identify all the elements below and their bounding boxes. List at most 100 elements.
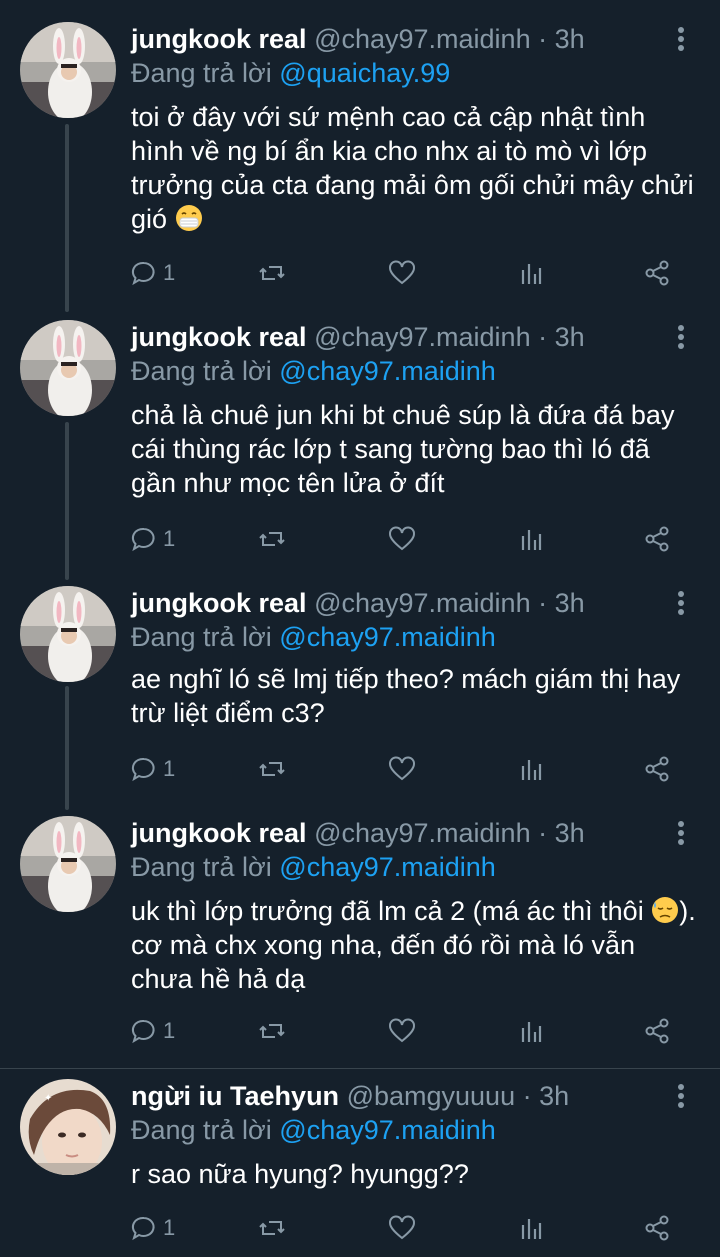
display-name[interactable]: ngừi iu Taehyun <box>131 1081 339 1111</box>
display-name[interactable]: jungkook real <box>131 818 307 848</box>
analytics-icon <box>521 760 542 780</box>
reply-button[interactable]: 1 <box>131 522 175 556</box>
heart-icon <box>389 756 415 781</box>
mention-link[interactable]: @chay97.maidinh <box>279 1115 496 1145</box>
analytics-button[interactable] <box>519 256 543 290</box>
replying-label: Đang trả lời <box>131 622 272 652</box>
handle-time[interactable]: @chay97.maidinh · 3h <box>314 322 585 352</box>
analytics-icon <box>521 530 542 550</box>
like-button[interactable] <box>388 522 416 556</box>
analytics-icon <box>521 1219 542 1239</box>
reply-button[interactable]: 1 <box>131 1014 175 1048</box>
more-options-icon[interactable] <box>674 22 688 56</box>
mention-link[interactable]: @quaichay.99 <box>279 58 450 88</box>
share-icon <box>645 756 669 782</box>
reply-count: 1 <box>163 756 176 781</box>
heart-icon <box>389 1215 415 1240</box>
share-button[interactable] <box>644 1211 672 1245</box>
bunny-avatar-image <box>20 22 116 118</box>
share-icon <box>645 260 669 286</box>
reply-icon <box>131 1216 155 1241</box>
tweet-header: jungkook real @chay97.maidinh · 3h <box>131 22 585 56</box>
retweet-icon <box>259 1024 285 1038</box>
reply-count: 1 <box>163 1018 176 1043</box>
retweet-icon <box>259 532 285 546</box>
analytics-button[interactable] <box>519 1014 543 1048</box>
heart-icon <box>389 260 415 285</box>
like-button[interactable] <box>388 1211 416 1245</box>
tweet[interactable]: jungkook real @chay97.maidinh · 3h Đang … <box>0 0 720 312</box>
replying-label: Đang trả lời <box>131 356 272 386</box>
tweet-text: ae nghĩ ló sẽ lmj tiếp theo? mách giám t… <box>131 664 688 728</box>
retweet-button[interactable] <box>259 256 285 290</box>
tweet-text: uk thì lớp trưởng đã lm cả 2 (má ác thì … <box>131 894 701 996</box>
share-button[interactable] <box>644 522 672 556</box>
analytics-button[interactable] <box>519 1211 543 1245</box>
replying-label: Đang trả lời <box>131 58 272 88</box>
tweet-text: toi ở đây với sứ mệnh cao cả cập nhật tì… <box>131 100 701 236</box>
reply-icon <box>131 757 155 782</box>
heart-icon <box>389 526 415 551</box>
heart-icon <box>389 1018 415 1043</box>
share-button[interactable] <box>644 752 672 786</box>
handle-time[interactable]: @chay97.maidinh · 3h <box>314 818 585 848</box>
display-name[interactable]: jungkook real <box>131 322 307 352</box>
share-button[interactable] <box>644 1014 672 1048</box>
handle-time[interactable]: @chay97.maidinh · 3h <box>314 588 585 618</box>
reply-icon <box>131 261 155 286</box>
retweet-button[interactable] <box>259 1211 285 1245</box>
avatar[interactable] <box>20 816 116 912</box>
tweet-actions: 1 <box>131 1014 691 1048</box>
mention-link[interactable]: @chay97.maidinh <box>279 356 496 386</box>
tweet-actions: 1 <box>131 522 691 556</box>
tweet-header: jungkook real @chay97.maidinh · 3h <box>131 586 585 620</box>
share-icon <box>645 1018 669 1044</box>
analytics-icon <box>521 264 542 284</box>
share-button[interactable] <box>644 256 672 290</box>
like-button[interactable] <box>388 256 416 290</box>
more-options-icon[interactable] <box>674 586 688 620</box>
retweet-button[interactable] <box>259 522 285 556</box>
display-name[interactable]: jungkook real <box>131 24 307 54</box>
more-options-icon[interactable] <box>674 320 688 354</box>
like-button[interactable] <box>388 1014 416 1048</box>
share-icon <box>645 526 669 552</box>
tweet[interactable]: jungkook real @chay97.maidinh · 3h Đang … <box>0 580 720 810</box>
retweet-button[interactable] <box>259 752 285 786</box>
reply-button[interactable]: 1 <box>131 256 175 290</box>
handle-time[interactable]: @bamgyuuuu · 3h <box>347 1081 570 1111</box>
more-options-icon[interactable] <box>674 816 688 850</box>
avatar[interactable] <box>20 320 116 416</box>
analytics-button[interactable] <box>519 752 543 786</box>
replying-to: Đang trả lời @chay97.maidinh <box>131 850 496 884</box>
reply-button[interactable]: 1 <box>131 752 175 786</box>
more-options-icon[interactable] <box>674 1079 688 1113</box>
tweet-header: jungkook real @chay97.maidinh · 3h <box>131 816 585 850</box>
tweet-text: chả là chuê jun khi bt chuê súp là đứa đ… <box>131 400 682 498</box>
avatar[interactable]: ✦ <box>20 1079 116 1175</box>
tweet[interactable]: jungkook real @chay97.maidinh · 3h Đang … <box>0 312 720 580</box>
reply-icon <box>131 1019 155 1044</box>
mask-face-emoji <box>175 205 202 231</box>
reply-count: 1 <box>163 260 176 285</box>
replying-label: Đang trả lời <box>131 852 272 882</box>
reply-button[interactable]: 1 <box>131 1211 175 1245</box>
like-button[interactable] <box>388 752 416 786</box>
retweet-button[interactable] <box>259 1014 285 1048</box>
bunny-avatar-image <box>20 320 116 416</box>
mention-link[interactable]: @chay97.maidinh <box>279 852 496 882</box>
display-name[interactable]: jungkook real <box>131 588 307 618</box>
reply-icon <box>131 527 155 552</box>
tweet[interactable]: ✦ ngừi iu Taehyun @bamgyuuuu · 3h Đang t… <box>0 1069 720 1257</box>
replying-label: Đang trả lời <box>131 1115 272 1145</box>
analytics-icon <box>521 1022 542 1042</box>
avatar[interactable] <box>20 22 116 118</box>
retweet-icon <box>259 266 285 280</box>
analytics-button[interactable] <box>519 522 543 556</box>
tweet-text: r sao nữa hyung? hyungg?? <box>131 1159 469 1189</box>
handle-time[interactable]: @chay97.maidinh · 3h <box>314 24 585 54</box>
avatar[interactable] <box>20 586 116 682</box>
replying-to: Đang trả lời @chay97.maidinh <box>131 1113 496 1147</box>
tweet[interactable]: jungkook real @chay97.maidinh · 3h Đang … <box>0 810 720 1068</box>
mention-link[interactable]: @chay97.maidinh <box>279 622 496 652</box>
